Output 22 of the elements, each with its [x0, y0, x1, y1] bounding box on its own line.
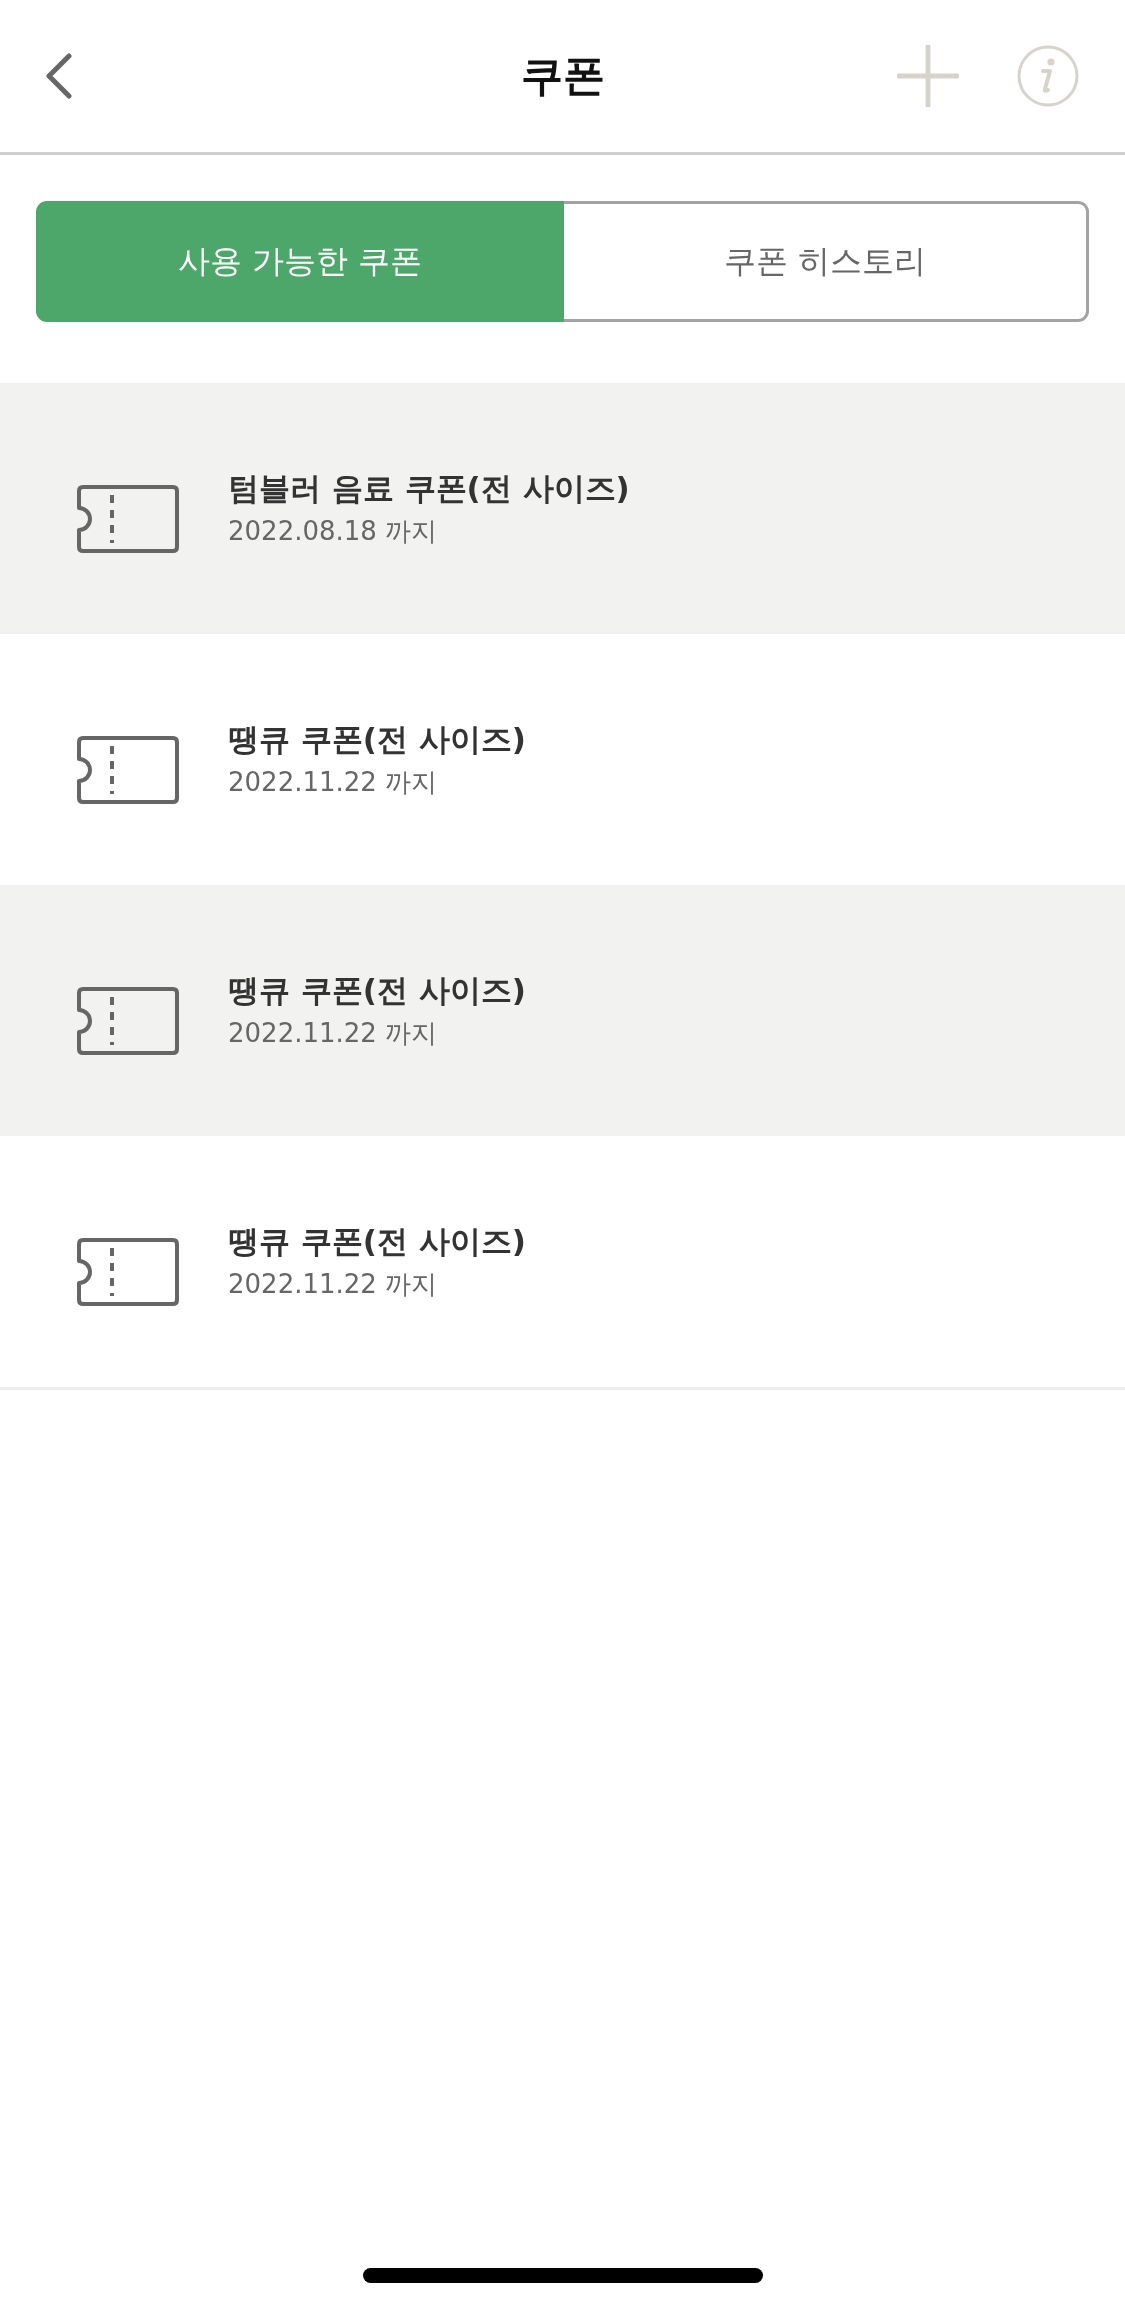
back-button[interactable]: [46, 53, 72, 99]
coupon-name: 텀블러 음료 쿠폰(전 사이즈): [228, 469, 630, 508]
ticket-icon: [77, 484, 179, 553]
coupon-expiry: 2022.08.18 까지: [228, 515, 439, 548]
coupon-name: 땡큐 쿠폰(전 사이즈): [228, 720, 526, 759]
ticket-icon: [77, 986, 179, 1055]
back-chevron-icon: [46, 53, 72, 99]
coupon-expiry: 2022.11.22 까지: [228, 766, 439, 799]
info-button[interactable]: [1017, 45, 1079, 107]
page-title: 쿠폰: [520, 50, 605, 102]
coupon-row[interactable]: 땡큐 쿠폰(전 사이즈) 2022.11.22 까지: [0, 885, 1125, 1136]
ticket-icon: [77, 735, 179, 804]
coupon-expiry: 2022.11.22 까지: [228, 1268, 439, 1301]
tab[interactable]: 쿠폰 히스토리: [564, 201, 1089, 322]
add-button[interactable]: [897, 45, 959, 107]
plus-icon: [897, 45, 959, 107]
coupon-row[interactable]: 텀블러 음료 쿠폰(전 사이즈) 2022.08.18 까지: [0, 383, 1125, 634]
ticket-icon: [77, 1237, 179, 1306]
coupon-name: 땡큐 쿠폰(전 사이즈): [228, 971, 526, 1010]
coupon-expiry: 2022.11.22 까지: [228, 1017, 439, 1050]
coupon-name: 땡큐 쿠폰(전 사이즈): [228, 1222, 526, 1261]
info-icon: [1017, 45, 1079, 107]
